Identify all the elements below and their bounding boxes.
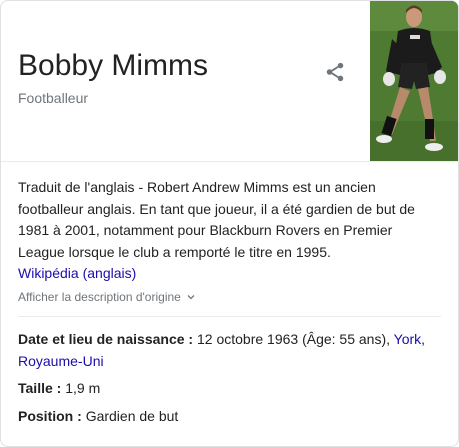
entity-title: Bobby Mimms bbox=[18, 49, 209, 82]
entity-description: Traduit de l'anglais - Robert Andrew Mim… bbox=[18, 177, 430, 285]
show-original-description-toggle[interactable]: Afficher la description d'origine bbox=[18, 290, 197, 304]
fact-position: Position : Gardien de but bbox=[18, 406, 438, 428]
fact-birth-separator: : bbox=[184, 331, 197, 347]
fact-height: Taille : 1,9 m bbox=[18, 378, 438, 400]
fact-birth-value: 12 octobre 1963 (Âge: 55 ans), bbox=[196, 331, 394, 347]
fact-height-label[interactable]: Taille bbox=[18, 380, 53, 396]
show-original-label: Afficher la description d'origine bbox=[18, 290, 181, 304]
entity-subtitle: Footballeur bbox=[18, 90, 89, 106]
fact-birth-label[interactable]: Date et lieu de naissance bbox=[18, 331, 185, 347]
header-divider bbox=[1, 161, 458, 162]
fact-position-value: Gardien de but bbox=[85, 408, 179, 424]
knowledge-panel: Bobby Mimms Footballeur Traduit de l'ang… bbox=[0, 0, 459, 447]
facts-divider bbox=[18, 316, 441, 317]
entity-photo[interactable] bbox=[370, 1, 458, 161]
fact-position-label[interactable]: Position bbox=[18, 408, 73, 424]
fact-birth: Date et lieu de naissance : 12 octobre 1… bbox=[18, 329, 438, 372]
description-text: Traduit de l'anglais - Robert Andrew Mim… bbox=[18, 179, 415, 260]
fact-height-separator: : bbox=[52, 380, 66, 396]
chevron-down-icon bbox=[187, 295, 195, 300]
share-icon[interactable] bbox=[324, 61, 346, 83]
fact-position-separator: : bbox=[73, 408, 86, 424]
panel-header: Bobby Mimms Footballeur bbox=[1, 1, 458, 161]
fact-height-value: 1,9 m bbox=[65, 380, 101, 396]
wikipedia-source-link[interactable]: Wikipédia (anglais) bbox=[18, 263, 430, 285]
